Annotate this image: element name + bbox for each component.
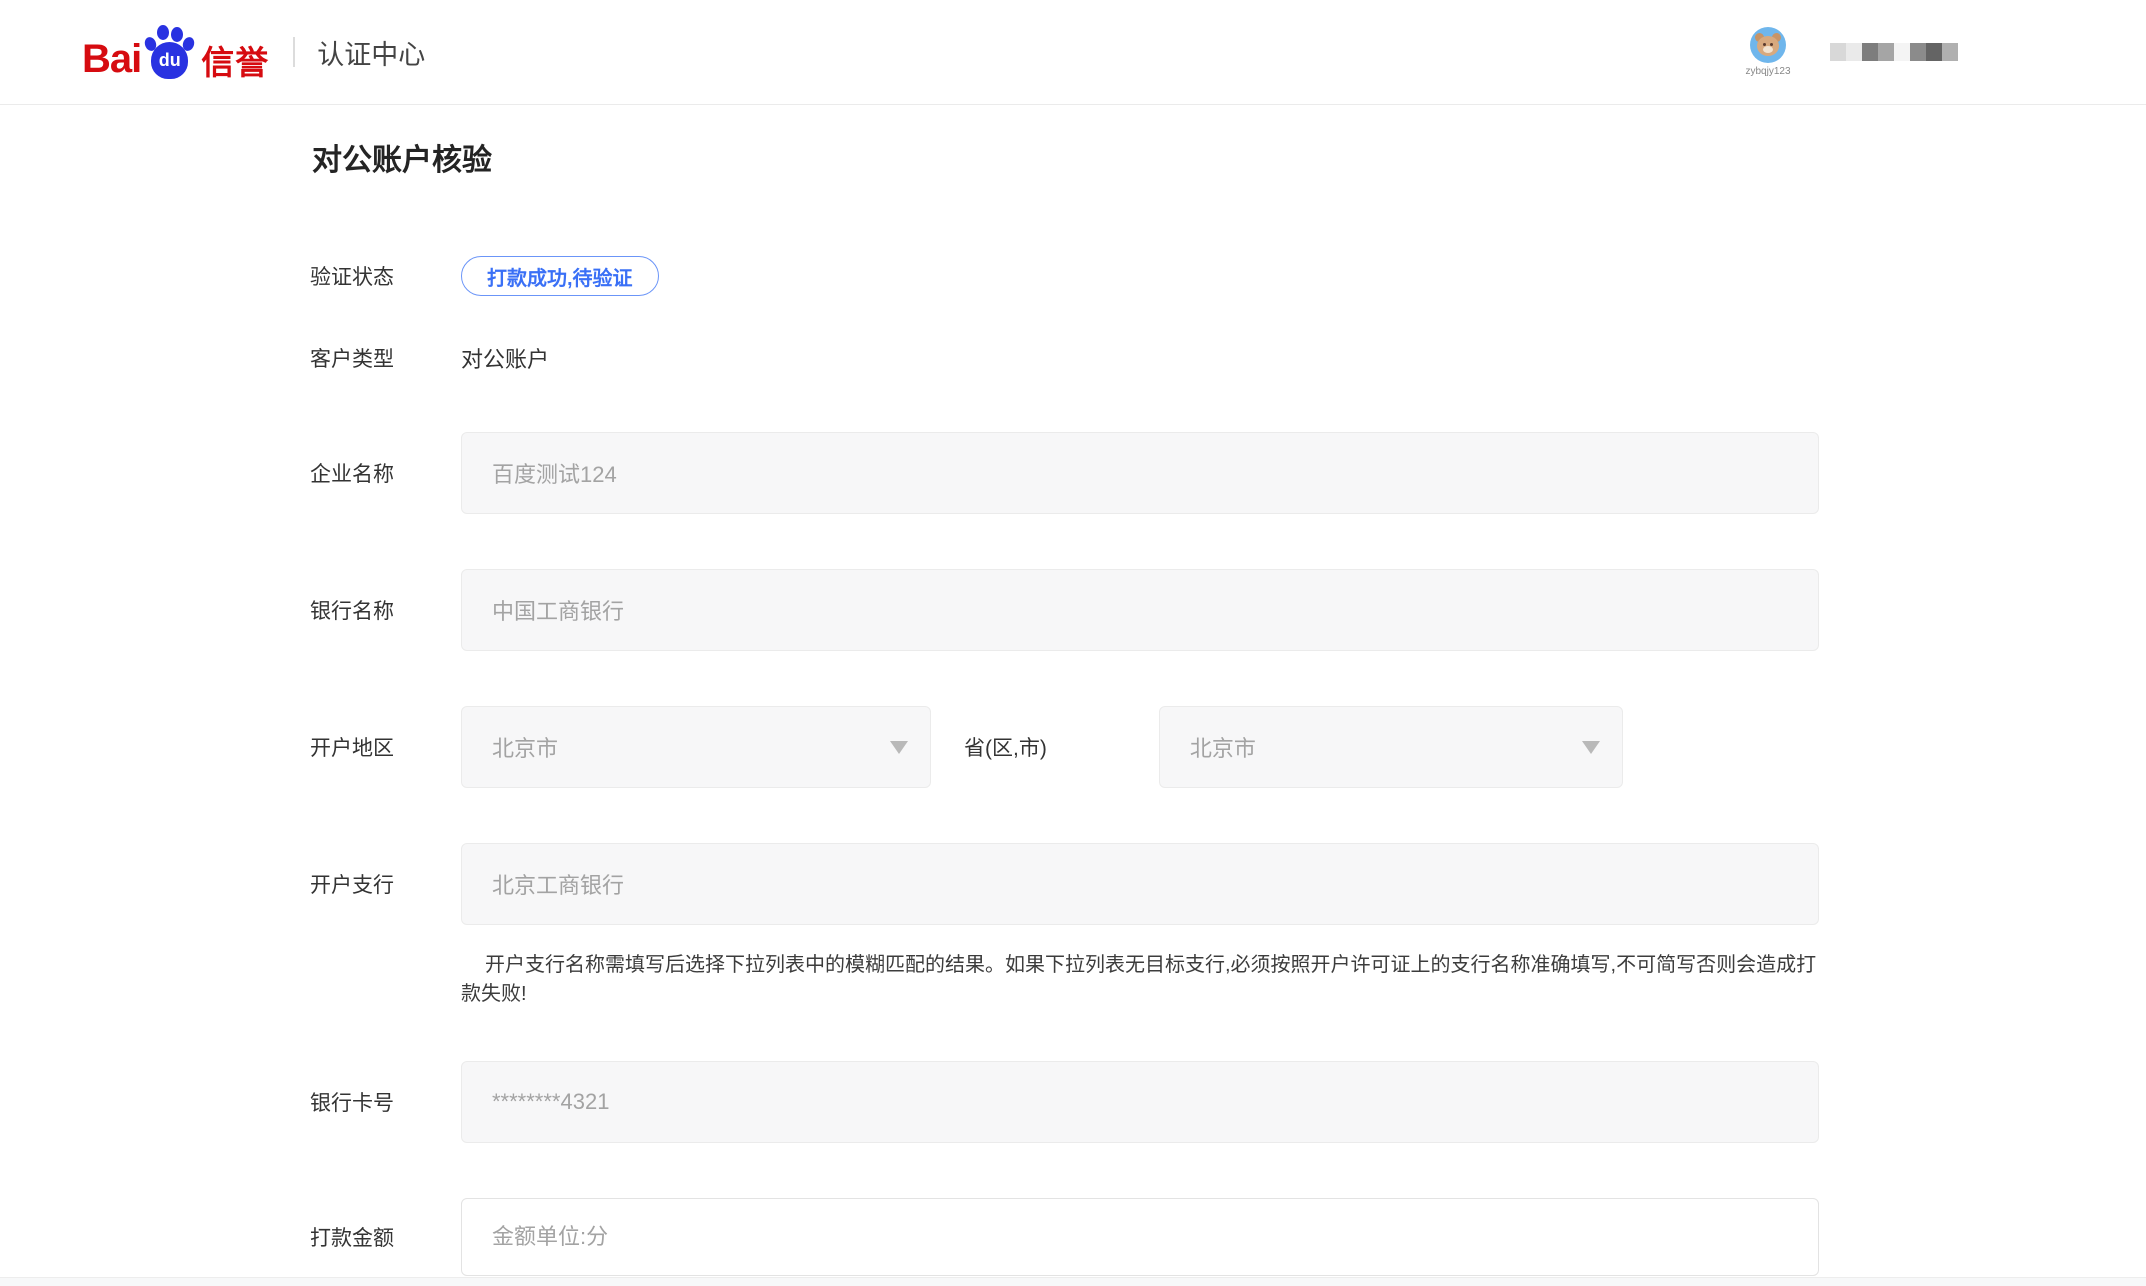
redacted-account-name: [1830, 43, 1958, 61]
page-title: 对公账户核验: [312, 143, 2146, 178]
province-select[interactable]: 北京市: [461, 706, 931, 788]
bank-region-label: 开户地区: [310, 732, 461, 762]
dropdown-arrow-icon: [890, 741, 908, 754]
customer-type-label: 客户类型: [310, 343, 461, 373]
amount-input[interactable]: [461, 1198, 1819, 1276]
city-select[interactable]: 北京市: [1159, 706, 1623, 788]
site-title: 认证中心: [317, 33, 425, 72]
company-name-row: 企业名称: [0, 432, 2146, 514]
customer-type-value: 对公账户: [461, 342, 549, 374]
bank-name-label: 银行名称: [310, 595, 461, 625]
bank-branch-help-text: 开户支行名称需填写后选择下拉列表中的模糊匹配的结果。如果下拉列表无目标支行,必须…: [461, 951, 1823, 1009]
bank-region-row: 开户地区 北京市 省(区,市) 北京市: [0, 706, 2146, 788]
customer-type-row: 客户类型 对公账户: [0, 344, 2146, 372]
bank-branch-input[interactable]: [461, 843, 1819, 925]
bank-name-input[interactable]: [461, 569, 1819, 651]
company-name-label: 企业名称: [310, 458, 461, 488]
logo-text-bai: Bai: [82, 39, 141, 79]
bank-card-label: 银行卡号: [310, 1087, 461, 1117]
bank-card-row: 银行卡号: [0, 1061, 2146, 1143]
user-area: zybqjy123: [1738, 27, 1958, 77]
username: zybqjy123: [1745, 66, 1790, 77]
company-name-input[interactable]: [461, 432, 1819, 514]
bank-card-input[interactable]: [461, 1061, 1819, 1143]
province-select-value: 北京市: [492, 731, 558, 763]
status-badge: 打款成功,待验证: [461, 256, 659, 296]
amount-row: 打款金额: [0, 1198, 2146, 1276]
logo-text-xinyu: 信誉: [201, 46, 269, 79]
province-hint-label: 省(区,市): [964, 732, 1047, 762]
bottom-strip: [0, 1277, 2146, 1286]
top-header: Bai du 信誉 认证中心 zybqjy123: [0, 0, 2146, 105]
bank-branch-label: 开户支行: [310, 869, 461, 899]
logo-text-du: du: [151, 42, 188, 79]
header-divider: [293, 37, 295, 67]
bank-branch-row: 开户支行: [0, 843, 2146, 925]
city-select-value: 北京市: [1190, 731, 1256, 763]
verify-status-label: 验证状态: [310, 261, 461, 291]
bank-name-row: 银行名称: [0, 569, 2146, 651]
baidu-paw-icon: du: [143, 25, 195, 79]
amount-label: 打款金额: [310, 1222, 461, 1252]
dropdown-arrow-icon: [1582, 741, 1600, 754]
user-avatar[interactable]: [1750, 27, 1786, 63]
baidu-xinyu-logo[interactable]: Bai du 信誉: [82, 25, 269, 79]
verify-status-row: 验证状态 打款成功,待验证: [0, 256, 2146, 296]
